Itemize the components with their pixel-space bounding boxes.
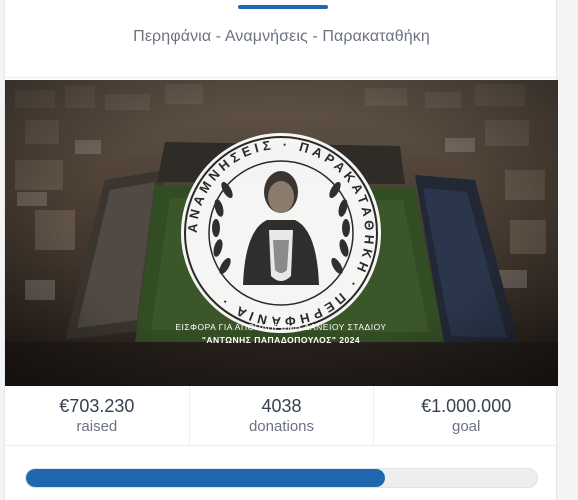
funding-progress-fill xyxy=(26,469,386,487)
active-tab-indicator xyxy=(238,5,328,9)
campaign-stats: €703.230 raised 4038 donations €1.000.00… xyxy=(5,386,558,446)
stat-value: €1.000.000 xyxy=(421,396,512,416)
stat-raised: €703.230 raised xyxy=(5,386,190,445)
funding-progress-bar xyxy=(25,468,538,488)
hero-caption-line1: ΕΙΣΦΟΡΑ ΓΙΑ ΑΠΟΠΛΗΡΩΜΗ ΔΑΝΕΙΟΥ ΣΤΑΔΙΟΥ xyxy=(175,322,386,332)
stat-label: donations xyxy=(248,418,315,435)
stat-goal: €1.000.000 goal xyxy=(374,386,558,445)
memorial-emblem: ΑΝΑΜΝΗΣΕΙΣ · ΠΑΡΑΚΑΤΑΘΗΚΗ · ΠΕΡΗΦΑΝΙΑ · xyxy=(181,133,381,333)
stat-label: raised xyxy=(76,418,118,435)
stat-label: goal xyxy=(452,418,481,435)
campaign-card: Περηφάνια - Αναμνήσεις - Παρακαταθήκη ΑΝ… xyxy=(4,0,558,500)
stadium-aerial-photo: ΑΝΑΜΝΗΣΕΙΣ · ΠΑΡΑΚΑΤΑΘΗΚΗ · ΠΕΡΗΦΑΝΙΑ · xyxy=(5,80,558,386)
campaign-subtitle: Περηφάνια - Αναμνήσεις - Παρακαταθήκη xyxy=(133,28,430,45)
hero-caption-line2: "ΑΝΤΩΝΗΣ ΠΑΠΑΔΟΠΟΥΛΟΣ" 2024 xyxy=(202,335,360,345)
stat-value: €703.230 xyxy=(59,396,135,416)
campaign-hero-image[interactable]: ΑΝΑΜΝΗΣΕΙΣ · ΠΑΡΑΚΑΤΑΘΗΚΗ · ΠΕΡΗΦΑΝΙΑ · xyxy=(5,80,558,386)
stat-donations: 4038 donations xyxy=(190,386,375,445)
stat-value: 4038 xyxy=(261,396,302,416)
divider xyxy=(5,77,558,78)
